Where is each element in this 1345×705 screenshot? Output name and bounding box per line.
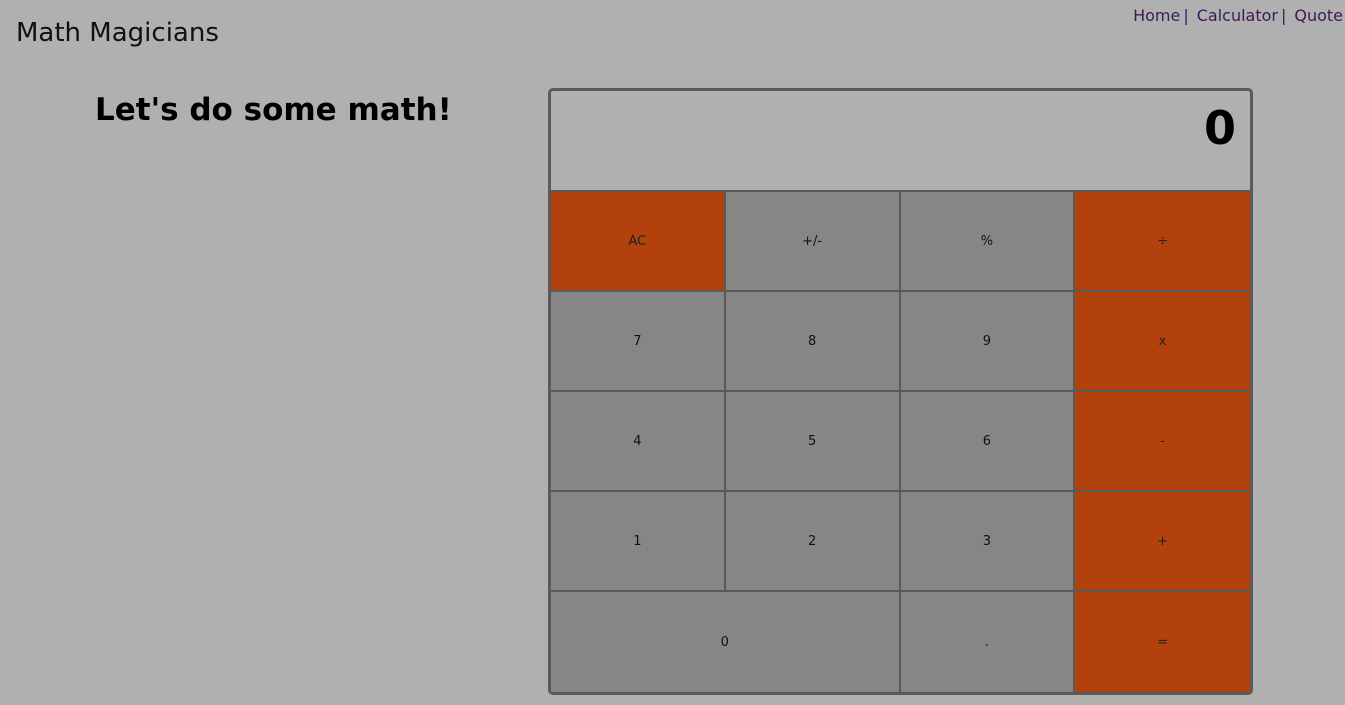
nav-separator: |	[1280, 6, 1287, 25]
key-equals[interactable]: =	[1075, 592, 1250, 692]
key-6[interactable]: 6	[900, 392, 1076, 492]
key-toggle-sign[interactable]: +/-	[725, 192, 901, 292]
key-percent[interactable]: %	[900, 192, 1076, 292]
key-8[interactable]: 8	[725, 292, 901, 392]
page: Math Magicians Home | Calculator | Quote Let…	[0, 0, 1345, 705]
nav-link-home[interactable]: Home	[1133, 6, 1180, 25]
display-value: 0	[1203, 101, 1236, 155]
nav-link-quote[interactable]: Quote	[1294, 6, 1343, 25]
key-7[interactable]: 7	[551, 292, 726, 392]
key-2[interactable]: 2	[725, 492, 901, 592]
nav-separator: |	[1183, 6, 1189, 25]
key-multiply[interactable]: x	[1075, 292, 1250, 392]
key-3[interactable]: 3	[900, 492, 1076, 592]
key-decimal[interactable]: .	[900, 592, 1076, 692]
key-0[interactable]: 0	[551, 592, 901, 692]
key-4[interactable]: 4	[551, 392, 726, 492]
calculator: 0 AC +/- % ÷ 7 8 9 x 4 5 6 - 1 2 3 + 0 .…	[548, 88, 1253, 695]
page-heading: Let's do some math!	[95, 92, 452, 128]
nav-link-calculator[interactable]: Calculator	[1197, 6, 1278, 25]
key-all-clear[interactable]: AC	[551, 192, 726, 292]
calculator-display: 0	[551, 91, 1250, 192]
key-add[interactable]: +	[1075, 492, 1250, 592]
key-divide[interactable]: ÷	[1075, 192, 1250, 292]
brand-title: Math Magicians	[16, 18, 219, 48]
key-subtract[interactable]: -	[1075, 392, 1250, 492]
key-1[interactable]: 1	[551, 492, 726, 592]
top-nav: Home | Calculator | Quote	[1133, 6, 1343, 25]
calculator-keypad: AC +/- % ÷ 7 8 9 x 4 5 6 - 1 2 3 + 0 . =	[551, 192, 1250, 692]
key-5[interactable]: 5	[725, 392, 901, 492]
key-9[interactable]: 9	[900, 292, 1076, 392]
